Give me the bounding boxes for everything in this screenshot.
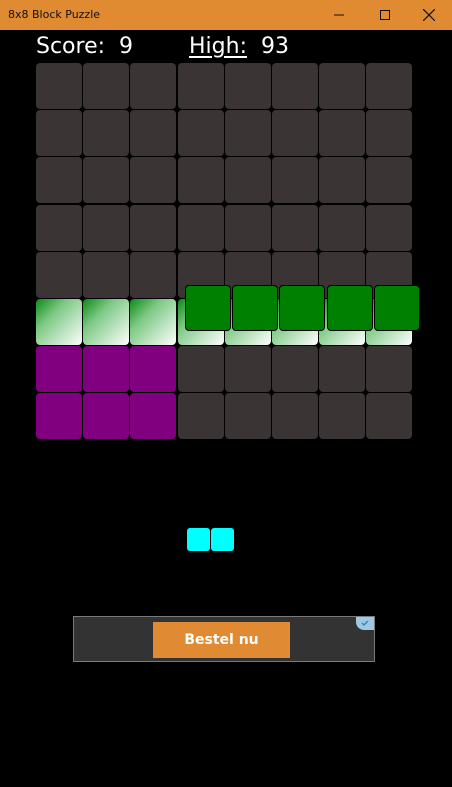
- tray-piece-block[interactable]: [187, 528, 210, 551]
- dragged-piece-block[interactable]: [373, 285, 420, 331]
- dragged-piece-block[interactable]: [185, 285, 231, 331]
- board-cell[interactable]: [130, 299, 177, 345]
- board-cell[interactable]: [130, 251, 177, 298]
- score-value: 9: [119, 34, 134, 59]
- score-label: Score:: [36, 34, 106, 59]
- board-cell[interactable]: [36, 346, 82, 393]
- board-cell[interactable]: [319, 204, 366, 251]
- board-cell[interactable]: [36, 204, 82, 251]
- board-cell[interactable]: [83, 63, 130, 109]
- board-cell[interactable]: [83, 110, 130, 157]
- board-cell[interactable]: [224, 110, 271, 157]
- minimize-button[interactable]: [316, 0, 362, 30]
- ad-banner[interactable]: Bestel nu: [73, 616, 375, 662]
- board-cell[interactable]: [272, 110, 318, 157]
- board-cell[interactable]: [177, 157, 224, 204]
- window-title: 8x8 Block Puzzle: [8, 8, 101, 21]
- high-score-display: High: 93: [189, 34, 289, 59]
- board-cell[interactable]: [272, 63, 318, 109]
- board-cell[interactable]: [272, 157, 318, 204]
- board-cell[interactable]: [177, 63, 224, 109]
- board-cell[interactable]: [272, 346, 318, 393]
- board-cell[interactable]: [36, 157, 82, 204]
- board-cell[interactable]: [130, 346, 177, 393]
- board-cell[interactable]: [83, 157, 130, 204]
- high-score-value: 93: [260, 34, 289, 59]
- board-cell[interactable]: [130, 157, 177, 204]
- board-cell[interactable]: [319, 346, 366, 393]
- board-cell[interactable]: [36, 393, 82, 440]
- board-cell[interactable]: [366, 63, 413, 109]
- game-board[interactable]: [36, 63, 414, 441]
- board-cell[interactable]: [366, 204, 413, 251]
- board-cell[interactable]: [36, 251, 82, 298]
- close-button[interactable]: [406, 0, 452, 30]
- board-cell[interactable]: [36, 110, 82, 157]
- board-cell[interactable]: [83, 204, 130, 251]
- board-cell[interactable]: [319, 110, 366, 157]
- ad-info-icon[interactable]: [356, 617, 374, 630]
- board-cell[interactable]: [130, 110, 177, 157]
- board-cell[interactable]: [36, 63, 82, 109]
- board-cell[interactable]: [177, 346, 224, 393]
- board-cell[interactable]: [319, 393, 366, 440]
- score-display: Score: 9: [36, 34, 133, 59]
- board-cell[interactable]: [224, 393, 271, 440]
- board-cell[interactable]: [130, 63, 177, 109]
- board-cell[interactable]: [177, 110, 224, 157]
- board-cell[interactable]: [366, 110, 413, 157]
- board-cell[interactable]: [83, 393, 130, 440]
- board-cell[interactable]: [83, 251, 130, 298]
- board-cell[interactable]: [366, 346, 413, 393]
- high-score-label: High:: [189, 34, 247, 59]
- board-cell[interactable]: [272, 393, 318, 440]
- board-cell[interactable]: [224, 346, 271, 393]
- board-cell[interactable]: [83, 299, 130, 345]
- board-cell[interactable]: [224, 157, 271, 204]
- board-cell[interactable]: [319, 63, 366, 109]
- title-bar: 8x8 Block Puzzle: [0, 0, 452, 30]
- minimize-icon: [334, 14, 344, 16]
- board-cell[interactable]: [130, 393, 177, 440]
- dragged-piece-block[interactable]: [326, 285, 373, 331]
- board-cell[interactable]: [319, 157, 366, 204]
- dragged-piece-block[interactable]: [279, 285, 326, 331]
- board-cell[interactable]: [36, 299, 82, 345]
- board-cell[interactable]: [224, 63, 271, 109]
- maximize-button[interactable]: [362, 0, 408, 30]
- board-cell[interactable]: [272, 204, 318, 251]
- tray-piece-block[interactable]: [211, 528, 234, 551]
- close-icon: [423, 9, 435, 21]
- board-cell[interactable]: [224, 204, 271, 251]
- dragged-piece-block[interactable]: [232, 285, 279, 331]
- ad-order-button[interactable]: Bestel nu: [153, 622, 290, 658]
- maximize-icon: [380, 10, 390, 20]
- board-cell[interactable]: [366, 393, 413, 440]
- board-cell[interactable]: [177, 204, 224, 251]
- board-cell[interactable]: [130, 204, 177, 251]
- board-cell[interactable]: [83, 346, 130, 393]
- board-cell[interactable]: [177, 393, 224, 440]
- board-cell[interactable]: [366, 157, 413, 204]
